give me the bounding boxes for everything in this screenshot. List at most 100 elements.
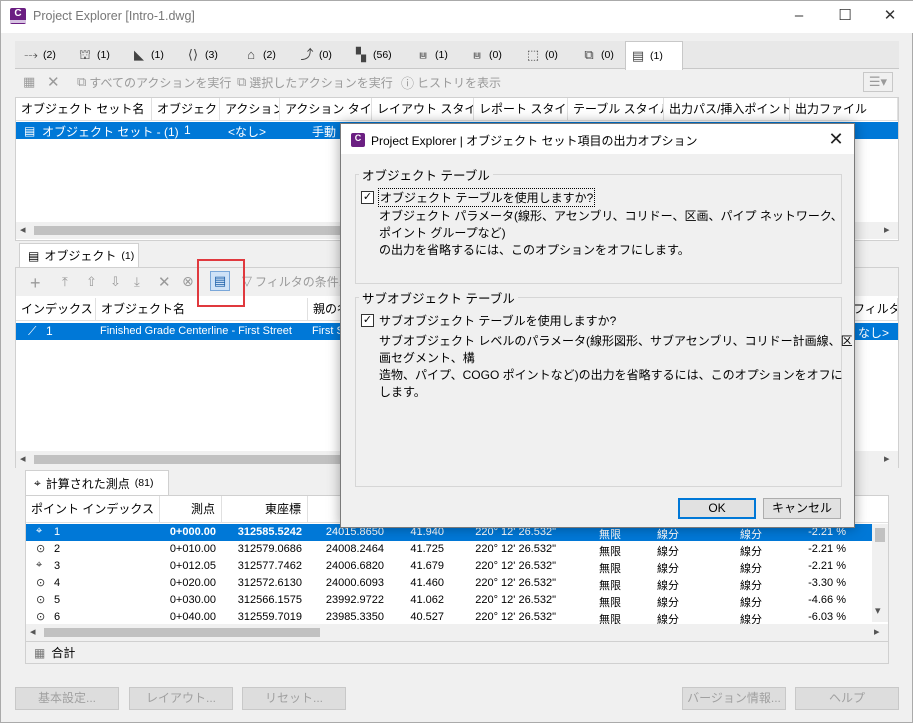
- dialog-title-bar[interactable]: C Project Explorer | オブジェクト セット項目の出力オプショ…: [341, 124, 854, 154]
- tab-stations-count: (81): [134, 477, 154, 489]
- col-output-path[interactable]: 出力パス/挿入ポイント: [664, 98, 790, 120]
- scroll-right-icon[interactable]: ▸: [884, 452, 890, 465]
- columns-icon: ☰▾: [868, 74, 888, 89]
- new-set-button[interactable]: ▦: [23, 73, 35, 91]
- tab-sample-lines[interactable]: ⟨⟩ (3): [181, 41, 222, 69]
- table-row[interactable]: ⊙ 5 0+030.00 312566.1575 23992.9722 41.062 220…: [26, 592, 872, 609]
- table-row[interactable]: ⌖ 3 0+012.05 312577.7462 24006.6820 41.679 220…: [26, 558, 872, 575]
- col-output-file[interactable]: 出力ファイル: [790, 98, 898, 120]
- move-bottom-icon[interactable]: ⤓: [134, 274, 140, 290]
- use-sub-object-table-checkbox[interactable]: ✓ サブオブジェクト テーブルを使用しますか?: [361, 312, 616, 329]
- col-point-index[interactable]: ポイント インデックス: [26, 496, 160, 523]
- cell-type2: 線分: [740, 580, 762, 592]
- tab-corridors[interactable]: ◣ (1): [127, 41, 168, 69]
- layout-button[interactable]: レイアウト...: [129, 687, 233, 710]
- scroll-thumb[interactable]: [44, 628, 320, 637]
- maximize-icon[interactable]: ☐: [822, 1, 868, 33]
- tab-view-frames[interactable]: ⧉ (0): [577, 41, 618, 69]
- station-point-icon: ⊙: [36, 594, 46, 606]
- ok-button[interactable]: OK: [678, 498, 756, 519]
- show-history-button[interactable]: ⓘ ヒストリを表示: [401, 73, 501, 91]
- help-button[interactable]: ヘルプ: [795, 687, 899, 710]
- cell-type: 線分: [657, 546, 679, 558]
- horizontal-scrollbar[interactable]: ◂ ▸: [26, 624, 888, 641]
- tab-objects[interactable]: ▤ オブジェクト (1): [19, 243, 139, 267]
- cell-type: 線分: [657, 597, 679, 609]
- scroll-left-icon[interactable]: ◂: [30, 625, 36, 638]
- col-set-name[interactable]: オブジェクト セット名: [16, 98, 152, 120]
- tab-profiles[interactable]: ⤴ (0): [295, 41, 336, 69]
- filter-button[interactable]: ▽ フィルタの条件...: [242, 272, 349, 290]
- col-action-type[interactable]: アクション タイプ: [280, 98, 372, 120]
- settings-button[interactable]: 基本設定...: [15, 687, 119, 710]
- object-table-description-line1: オブジェクト パラメータ(線形、アセンブリ、コリドー、区画、パイプ ネットワーク…: [379, 209, 843, 240]
- move-top-icon[interactable]: ⤒: [62, 274, 68, 290]
- run-all-actions-button[interactable]: ⧉ すべてのアクションを実行: [77, 73, 231, 91]
- cell-elev: 40.527: [410, 611, 444, 623]
- cell-east: 312585.5242: [237, 526, 302, 538]
- col-station[interactable]: 測点: [160, 496, 222, 523]
- set-action: <なし>: [228, 125, 267, 139]
- close-icon[interactable]: ✕: [867, 1, 913, 33]
- tab-surfaces[interactable]: ⌂ (2): [239, 41, 280, 69]
- title-bar[interactable]: C Project Explorer [Intro-1.dwg] – ☐ ✕: [1, 1, 913, 33]
- checkbox-checked-icon[interactable]: ✓: [361, 314, 374, 327]
- run-selected-actions-button[interactable]: ⧉ 選択したアクションを実行: [237, 73, 393, 91]
- run-selected-icon: ⧉: [237, 74, 247, 89]
- col-filter[interactable]: フィルタ0: [848, 298, 898, 320]
- vertical-scrollbar[interactable]: ▾: [872, 524, 888, 622]
- parcel-icon: ⬚: [526, 47, 540, 62]
- tab-count: (2): [43, 49, 56, 61]
- tab-pipe-networks[interactable]: ⩏ (1): [411, 41, 452, 69]
- tab-count: (56): [373, 49, 392, 61]
- tab-alignments[interactable]: ⤏ (2): [19, 41, 60, 69]
- col-objects[interactable]: オブジェクト: [152, 98, 220, 120]
- col-layout-style[interactable]: レイアウト スタイル: [372, 98, 474, 120]
- table-row[interactable]: ⊙ 2 0+010.00 312579.0686 24008.2464 41.725 220…: [26, 541, 872, 558]
- cell-type2: 線分: [740, 529, 762, 541]
- add-icon[interactable]: +: [30, 273, 41, 294]
- cell-idx: 6: [54, 611, 61, 623]
- col-table-style[interactable]: テーブル スタイル: [568, 98, 664, 120]
- col-action[interactable]: アクション: [220, 98, 280, 120]
- tab-feature-lines[interactable]: ▚ (56): [349, 41, 396, 69]
- delete-set-button[interactable]: ✕: [47, 73, 60, 91]
- col-easting[interactable]: 東座標: [222, 496, 308, 523]
- columns-menu-button[interactable]: ☰▾: [863, 72, 893, 92]
- use-object-table-checkbox[interactable]: ✓ オブジェクト テーブルを使用しますか?: [361, 188, 596, 207]
- table-row[interactable]: ⊙ 4 0+020.00 312572.6130 24000.6093 41.460 220…: [26, 575, 872, 592]
- checkbox-checked-icon[interactable]: ✓: [361, 191, 374, 204]
- pi-point-icon: ⌖: [36, 525, 43, 537]
- tab-assemblies[interactable]: ⛫ (1): [73, 41, 114, 69]
- summary-label[interactable]: 合計: [51, 644, 75, 661]
- move-down-icon[interactable]: ⇩: [110, 274, 121, 290]
- tab-stations-label: 計算された測点: [45, 476, 130, 491]
- scroll-thumb[interactable]: [875, 528, 885, 542]
- minimize-icon[interactable]: –: [776, 1, 822, 33]
- scroll-right-icon[interactable]: ▸: [874, 625, 880, 638]
- object-index: 1: [46, 324, 53, 338]
- clear-icon[interactable]: ⊗: [182, 273, 194, 290]
- cancel-button[interactable]: キャンセル: [763, 498, 841, 519]
- reset-button[interactable]: リセット...: [242, 687, 346, 710]
- tab-parcels[interactable]: ⬚ (0): [521, 41, 562, 69]
- scroll-right-icon[interactable]: ▸: [884, 223, 890, 236]
- tab-count: (0): [601, 49, 614, 61]
- close-icon[interactable]: ✕: [824, 128, 848, 150]
- cell-north: 23985.3350: [325, 611, 384, 623]
- tab-pressure-networks[interactable]: ⩏ (0): [465, 41, 506, 69]
- run-selected-label: 選択したアクションを実行: [249, 75, 393, 90]
- tab-object-sets[interactable]: ▤ (1): [625, 41, 683, 70]
- scroll-down-icon[interactable]: ▾: [875, 604, 881, 617]
- scroll-left-icon[interactable]: ◂: [20, 223, 26, 236]
- version-info-button[interactable]: バージョン情報...: [682, 687, 786, 710]
- tab-computed-stations[interactable]: ⌖ 計算された測点 (81): [25, 470, 169, 495]
- pressure-network-icon: ⩏: [473, 47, 481, 62]
- cell-east: 312566.1575: [237, 594, 302, 606]
- output-options-dialog: C Project Explorer | オブジェクト セット項目の出力オプショ…: [340, 123, 855, 528]
- col-index[interactable]: インデックス: [16, 298, 96, 320]
- col-report-style[interactable]: レポート スタイル: [474, 98, 568, 120]
- scroll-left-icon[interactable]: ◂: [20, 452, 26, 465]
- move-up-icon[interactable]: ⇧: [86, 274, 97, 290]
- remove-icon[interactable]: ✕: [158, 273, 171, 291]
